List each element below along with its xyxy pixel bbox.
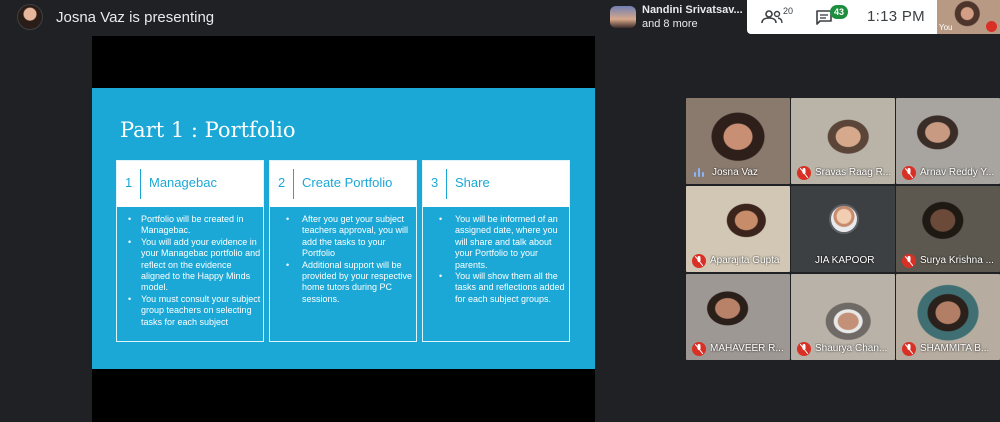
people-button[interactable]: 20	[761, 6, 799, 28]
column-name: Managebac	[149, 175, 217, 190]
slide-column-create-portfolio: 2 Create Portfolio After you get your su…	[269, 160, 417, 342]
self-view-label: You	[939, 23, 953, 32]
column-divider	[140, 169, 141, 199]
mic-off-icon	[902, 342, 916, 356]
mic-off-icon	[902, 254, 916, 268]
participant-name: SHAMMITA B...	[920, 343, 990, 354]
participant-avatar	[829, 204, 859, 234]
mic-off-icon	[797, 166, 811, 180]
mic-off-icon	[986, 21, 997, 32]
participant-tile[interactable]: Arnav Reddy Y...	[896, 98, 1000, 184]
bullet: You must consult your subject group teac…	[125, 294, 261, 328]
slide-column-managebac: 1 Managebac Portfolio will be created in…	[116, 160, 264, 342]
bullet: Additional support will be provided by y…	[278, 260, 414, 306]
presenter-title: Josna Vaz is presenting	[56, 9, 215, 26]
mic-off-icon	[797, 342, 811, 356]
bullet: Portfolio will be created in Managebac.	[125, 214, 261, 237]
slide-title: Part 1 : Portfolio	[120, 118, 296, 142]
column-bullets: You will be informed of an assigned date…	[431, 214, 567, 305]
column-bullets: After you get your subject teachers appr…	[278, 214, 414, 305]
meeting-clock: 1:13 PM	[867, 8, 925, 25]
viewers-card[interactable]: Nandini Srivatsav... and 8 more	[604, 0, 747, 34]
participant-name: Sravas Raag R...	[815, 167, 892, 178]
column-header: 3 Share	[423, 161, 569, 207]
viewer-avatar	[610, 6, 636, 28]
participant-tile[interactable]: SHAMMITA B...	[896, 274, 1000, 360]
participant-name: Aparajita Gupta	[710, 255, 780, 266]
people-icon	[761, 10, 783, 24]
meeting-info-bar: 20 43 1:13 PM	[747, 0, 937, 34]
participant-name: Shaurya Chan...	[815, 343, 888, 354]
participant-tile[interactable]: MAHAVEER R...	[686, 274, 790, 360]
mic-off-icon	[692, 254, 706, 268]
column-bullets: Portfolio will be created in Managebac. …	[125, 214, 261, 328]
viewer-more: and 8 more	[642, 18, 698, 30]
column-header: 1 Managebac	[117, 161, 263, 207]
presenter-avatar	[17, 4, 43, 30]
participant-name: Arnav Reddy Y...	[920, 167, 995, 178]
participant-tile[interactable]: Aparajita Gupta	[686, 186, 790, 272]
column-number: 3	[431, 175, 439, 190]
bullet: You will be informed of an assigned date…	[431, 214, 567, 271]
participant-name: Josna Vaz	[712, 167, 758, 178]
participant-tile[interactable]: Sravas Raag R...	[791, 98, 895, 184]
bullet: You will add your evidence in your Manag…	[125, 237, 261, 294]
column-divider	[446, 169, 447, 199]
participant-name: Surya Krishna ...	[920, 255, 994, 266]
bullet: You will show them all the tasks and ref…	[431, 271, 567, 305]
speaking-indicator-icon	[694, 168, 706, 177]
self-view-tile[interactable]: You	[937, 0, 1000, 34]
mic-off-icon	[902, 166, 916, 180]
slide: Part 1 : Portfolio 1 Managebac Portfolio…	[92, 88, 595, 369]
column-number: 1	[125, 175, 133, 190]
slide-column-share: 3 Share You will be informed of an assig…	[422, 160, 570, 342]
column-name: Create Portfolio	[302, 175, 393, 190]
bullet: After you get your subject teachers appr…	[278, 214, 414, 260]
participant-name: MAHAVEER R...	[710, 343, 784, 354]
column-name: Share	[455, 175, 490, 190]
participant-tile[interactable]: Shaurya Chan...	[791, 274, 895, 360]
people-count: 20	[783, 6, 794, 16]
participant-tile[interactable]: Josna Vaz	[686, 98, 790, 184]
chat-count-badge: 43	[830, 5, 849, 19]
column-number: 2	[278, 175, 286, 190]
presentation-stage: Part 1 : Portfolio 1 Managebac Portfolio…	[92, 36, 595, 422]
participant-tile[interactable]: Surya Krishna ...	[896, 186, 1000, 272]
chat-button[interactable]: 43	[813, 5, 859, 28]
participant-name: JIA KAPOOR	[815, 255, 875, 266]
column-header: 2 Create Portfolio	[270, 161, 416, 207]
viewer-name: Nandini Srivatsav...	[642, 4, 743, 16]
column-divider	[293, 169, 294, 199]
participant-grid: Josna Vaz Sravas Raag R... Arnav Reddy Y…	[686, 98, 1000, 360]
participant-tile[interactable]: JIA KAPOOR	[791, 186, 895, 272]
mic-off-icon	[692, 342, 706, 356]
